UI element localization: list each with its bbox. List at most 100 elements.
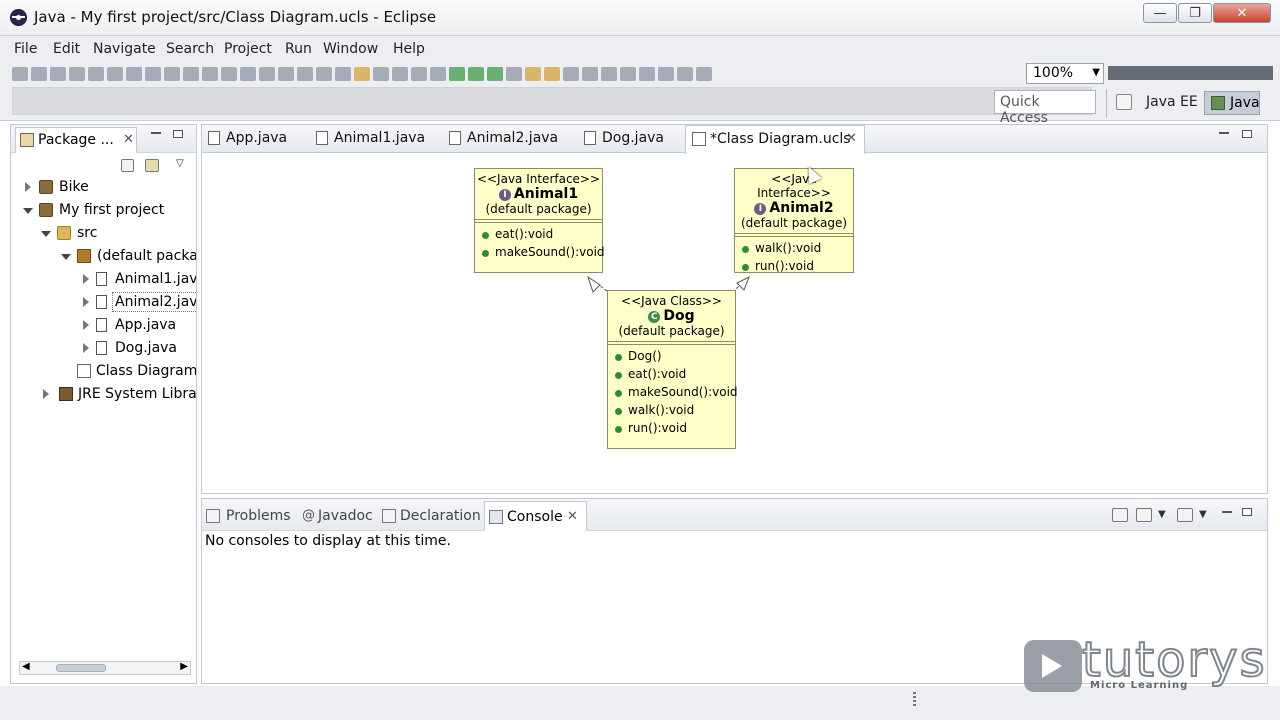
print-icon[interactable] xyxy=(69,67,85,81)
menu-project[interactable]: Project xyxy=(224,41,272,57)
open-console-icon[interactable] xyxy=(1177,508,1193,522)
enum-add-icon[interactable] xyxy=(411,67,427,81)
uml-operation[interactable]: run():void xyxy=(615,421,735,439)
open-type-icon[interactable] xyxy=(582,67,598,81)
open-perspective-icon[interactable] xyxy=(1116,94,1132,110)
uml-operation[interactable]: makeSound():void xyxy=(482,245,605,263)
coverage-icon[interactable] xyxy=(506,67,522,81)
tab-console[interactable]: Console ✕ xyxy=(484,501,587,531)
uml-operation[interactable]: eat():void xyxy=(615,367,735,385)
maximize-view-icon[interactable] xyxy=(173,130,183,138)
next-annotation-icon[interactable] xyxy=(620,67,636,81)
search-icon[interactable] xyxy=(601,67,617,81)
align-top-icon[interactable] xyxy=(202,67,218,81)
expand-icon[interactable] xyxy=(83,297,89,307)
package-add-icon[interactable] xyxy=(354,67,370,81)
chevron-down-icon[interactable]: ▼ xyxy=(1199,509,1207,520)
maximize-button[interactable]: ❐ xyxy=(1178,3,1212,23)
uml-class-dog[interactable]: <<Java Class>> C Dog (default package) Do… xyxy=(607,290,738,449)
tab-package-explorer[interactable]: Package ... ✕ xyxy=(15,127,137,153)
uml-operation[interactable]: makeSound():void xyxy=(615,385,738,403)
uml-operation[interactable]: run():void xyxy=(742,259,853,277)
zoom-out-icon[interactable] xyxy=(107,67,123,81)
quick-access-input[interactable]: Quick Access xyxy=(994,90,1096,126)
close-icon[interactable]: ✕ xyxy=(567,509,578,524)
skip-breakpoints-icon[interactable] xyxy=(430,67,446,81)
minimize-view-icon[interactable] xyxy=(1222,511,1232,513)
uml-operation[interactable]: eat():void xyxy=(482,227,602,245)
tree-item-app-java[interactable]: App.java xyxy=(81,315,196,337)
tree-item-src[interactable]: src xyxy=(41,223,195,245)
uml-interface-animal2[interactable]: <<Java Interface>> I Animal2 (default pac… xyxy=(734,168,854,273)
menu-navigate[interactable]: Navigate xyxy=(93,41,156,57)
connection-icon[interactable] xyxy=(297,67,313,81)
align-bottom-icon[interactable] xyxy=(240,67,256,81)
align-left-icon[interactable] xyxy=(145,67,161,81)
minimize-button[interactable]: — xyxy=(1143,3,1177,23)
uml-operation[interactable]: walk():void xyxy=(615,403,735,421)
last-edit-icon[interactable] xyxy=(658,67,674,81)
display-console-icon[interactable] xyxy=(1136,508,1152,522)
scrollbar-thumb[interactable] xyxy=(56,664,106,672)
back-icon[interactable] xyxy=(677,67,693,81)
menu-search[interactable]: Search xyxy=(166,41,214,57)
class-add-icon[interactable] xyxy=(373,67,389,81)
collapse-icon[interactable] xyxy=(41,231,51,237)
view-menu-icon[interactable]: ▽ xyxy=(176,158,184,169)
maximize-view-icon[interactable] xyxy=(1242,508,1252,516)
collapse-icon[interactable] xyxy=(23,208,33,214)
scroll-right-icon[interactable]: ▶ xyxy=(180,661,188,672)
expand-icon[interactable] xyxy=(25,182,31,192)
align-center-icon[interactable] xyxy=(164,67,180,81)
uml-operation[interactable]: walk():void xyxy=(742,241,853,259)
tab-javadoc[interactable]: Javadoc xyxy=(318,508,373,524)
expand-icon[interactable] xyxy=(43,389,49,399)
match-width-icon[interactable] xyxy=(259,67,275,81)
uml-interface-animal1[interactable]: <<Java Interface>> I Animal1 (default pac… xyxy=(474,168,605,273)
new-class-icon[interactable] xyxy=(563,67,579,81)
perspective-java-ee[interactable]: Java EE xyxy=(1146,94,1198,110)
filter-icon[interactable] xyxy=(335,67,351,81)
uml-constructor[interactable]: Dog() xyxy=(615,349,735,367)
forward-icon[interactable] xyxy=(696,67,712,81)
new-java-project-icon[interactable] xyxy=(525,67,541,81)
tree-item-class-diagram[interactable]: Class Diagram.ucls xyxy=(75,361,196,383)
save-all-icon[interactable] xyxy=(50,67,66,81)
collapse-all-icon[interactable] xyxy=(121,159,134,172)
menu-run[interactable]: Run xyxy=(285,41,312,57)
layout-icon[interactable] xyxy=(126,67,142,81)
tree-item-default-package[interactable]: (default package) xyxy=(61,246,196,268)
align-right-icon[interactable] xyxy=(183,67,199,81)
match-height-icon[interactable] xyxy=(278,67,294,81)
link-with-editor-icon[interactable] xyxy=(145,159,159,172)
horizontal-scrollbar[interactable]: ◀ ▶ xyxy=(19,661,191,675)
note-icon[interactable] xyxy=(316,67,332,81)
minimize-view-icon[interactable] xyxy=(151,132,161,134)
align-middle-icon[interactable] xyxy=(221,67,237,81)
tab-problems[interactable]: Problems xyxy=(226,508,291,524)
save-icon[interactable] xyxy=(31,67,47,81)
debug-icon[interactable] xyxy=(449,67,465,81)
expand-icon[interactable] xyxy=(83,320,89,330)
close-button[interactable]: ✕ xyxy=(1213,3,1271,23)
tree-item-my-first-project[interactable]: My first project xyxy=(23,200,195,222)
interface-add-icon[interactable] xyxy=(392,67,408,81)
scroll-left-icon[interactable]: ◀ xyxy=(22,661,30,672)
zoom-in-icon[interactable] xyxy=(88,67,104,81)
tree-item-animal2-java[interactable]: Animal2.java xyxy=(81,292,196,314)
perspective-java[interactable]: Java xyxy=(1204,91,1260,115)
tab-declaration[interactable]: Declaration xyxy=(400,508,481,524)
menu-window[interactable]: Window xyxy=(323,41,378,57)
menu-edit[interactable]: Edit xyxy=(53,41,80,57)
status-grip[interactable] xyxy=(913,692,916,708)
tree-item-jre-library[interactable]: JRE System Library xyxy=(41,384,196,406)
tree-item-animal1-java[interactable]: Animal1.java xyxy=(81,269,196,291)
pin-console-icon[interactable] xyxy=(1112,508,1128,522)
expand-icon[interactable] xyxy=(83,343,89,353)
menu-file[interactable]: File xyxy=(14,41,37,57)
tree-item-bike[interactable]: Bike xyxy=(25,177,195,199)
new-package-icon[interactable] xyxy=(544,67,560,81)
previous-annotation-icon[interactable] xyxy=(639,67,655,81)
expand-icon[interactable] xyxy=(83,274,89,284)
run-icon[interactable] xyxy=(468,67,484,81)
